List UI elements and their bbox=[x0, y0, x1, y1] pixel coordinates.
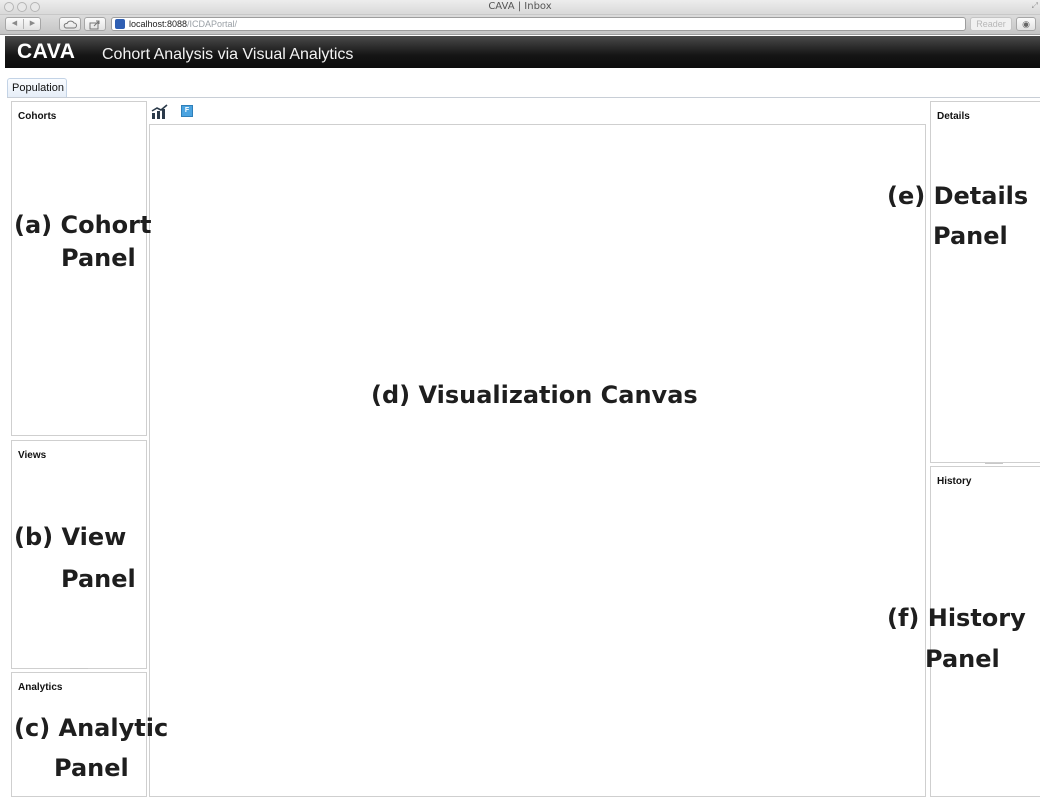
tab-population[interactable]: Population bbox=[7, 78, 67, 97]
details-panel: Details bbox=[930, 101, 1040, 463]
browser-toolbar: ◀ ▶ localhost:8088/ICDAPortal/ Reader ◉ bbox=[0, 15, 1040, 35]
site-favicon-icon bbox=[115, 19, 125, 29]
cohort-panel-title: Cohorts bbox=[18, 111, 57, 122]
reader-button[interactable]: Reader bbox=[970, 17, 1012, 31]
annotation-c-line1: (c) Analytic bbox=[14, 714, 169, 742]
annotation-d: (d) Visualization Canvas bbox=[371, 381, 698, 409]
url-path: /ICDAPortal/ bbox=[187, 19, 238, 29]
history-panel-title: History bbox=[937, 476, 972, 487]
view-analytics-splitter[interactable] bbox=[70, 668, 88, 669]
filter-button[interactable]: F bbox=[181, 105, 193, 117]
share-icon bbox=[89, 20, 100, 30]
share-button[interactable] bbox=[84, 17, 106, 31]
details-panel-title: Details bbox=[937, 111, 970, 122]
forward-icon[interactable]: ▶ bbox=[24, 18, 41, 30]
url-host: localhost:8088 bbox=[129, 19, 188, 29]
view-panel-title: Views bbox=[18, 450, 47, 461]
annotation-a-line2: Panel bbox=[61, 244, 136, 272]
annotation-b-line2: Panel bbox=[61, 565, 136, 593]
app-subtitle: Cohort Analysis via Visual Analytics bbox=[102, 46, 354, 63]
icloud-button[interactable] bbox=[59, 17, 81, 31]
app-logo: CAVA bbox=[17, 40, 76, 63]
annotation-f-line1: (f) History bbox=[887, 604, 1026, 632]
window-titlebar: CAVA | Inbox ⤢ bbox=[0, 0, 1040, 15]
view-panel: Views bbox=[11, 440, 147, 669]
visualization-canvas[interactable] bbox=[149, 124, 926, 797]
address-bar[interactable]: localhost:8088/ICDAPortal/ bbox=[111, 17, 966, 31]
analytics-panel-title: Analytics bbox=[18, 682, 63, 693]
annotation-a-line1: (a) Cohort bbox=[14, 211, 152, 239]
cloud-icon bbox=[63, 20, 77, 29]
details-history-splitter[interactable] bbox=[985, 463, 1003, 464]
annotation-f-line2: Panel bbox=[925, 645, 1000, 673]
annotation-e-line1: (e) Details bbox=[887, 182, 1029, 210]
tab-strip-border bbox=[7, 97, 1040, 98]
annotation-e-line2: Panel bbox=[933, 222, 1008, 250]
chart-type-icon[interactable] bbox=[151, 104, 169, 119]
downloads-icon: ◉ bbox=[1022, 19, 1030, 29]
url-text: localhost:8088/ICDAPortal/ bbox=[129, 18, 237, 30]
downloads-button[interactable]: ◉ bbox=[1016, 17, 1036, 31]
fullscreen-icon[interactable]: ⤢ bbox=[1032, 1, 1038, 11]
back-icon[interactable]: ◀ bbox=[6, 18, 23, 30]
annotation-b-line1: (b) View bbox=[14, 523, 127, 551]
app-header: CAVA Cohort Analysis via Visual Analytic… bbox=[5, 36, 1040, 68]
window-title: CAVA | Inbox bbox=[488, 1, 552, 12]
annotation-c-line2: Panel bbox=[54, 754, 129, 782]
nav-buttons: ◀ ▶ bbox=[5, 17, 41, 31]
